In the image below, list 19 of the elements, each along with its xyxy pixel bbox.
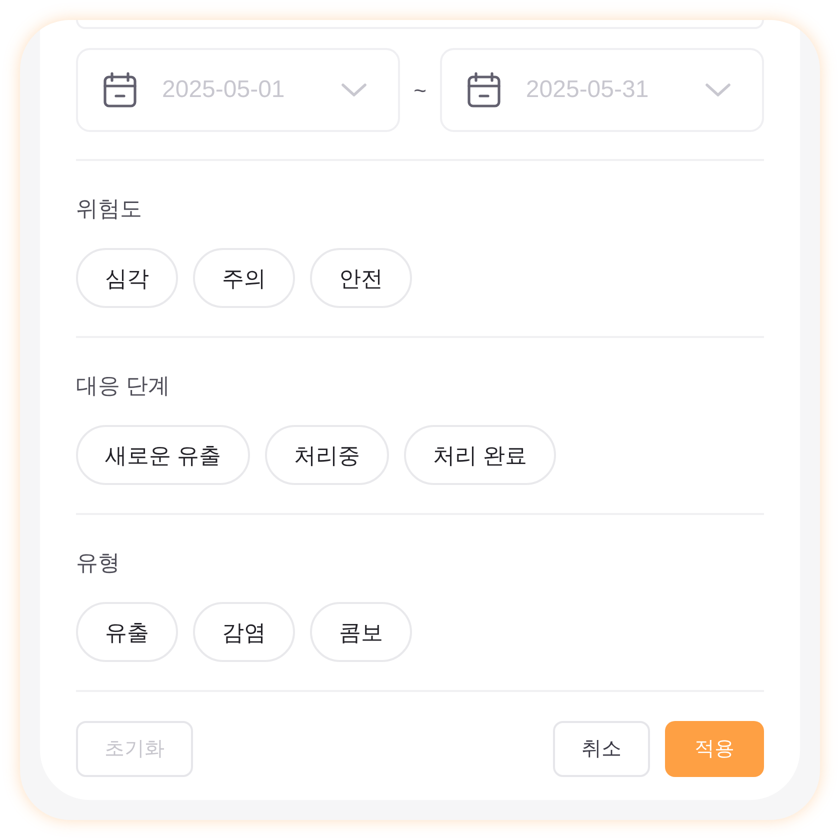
chevron-down-icon (704, 82, 732, 98)
chevron-down-icon (340, 82, 368, 98)
filter-chip[interactable]: 처리 완료 (404, 425, 556, 485)
section-label: 유형 (76, 549, 121, 577)
calendar-icon (103, 72, 137, 108)
section-label: 위험도 (76, 195, 143, 223)
filter-chip[interactable]: 처리중 (265, 425, 390, 485)
range-separator: ~ (412, 76, 428, 104)
cancel-button[interactable]: 취소 (553, 721, 650, 777)
filter-chip[interactable]: 새로운 유출 (76, 425, 250, 485)
filter-chip[interactable]: 안전 (310, 248, 412, 308)
filter-chip[interactable]: 유출 (76, 602, 178, 662)
filter-chip[interactable]: 감염 (193, 602, 295, 662)
filter-chip[interactable]: 콤보 (310, 602, 412, 662)
calendar-icon (466, 72, 501, 108)
section-label: 대응 단계 (76, 372, 172, 400)
filter-chip[interactable]: 주의 (193, 248, 295, 308)
filter-chip[interactable]: 심각 (76, 248, 178, 308)
input-field[interactable] (76, 20, 764, 29)
